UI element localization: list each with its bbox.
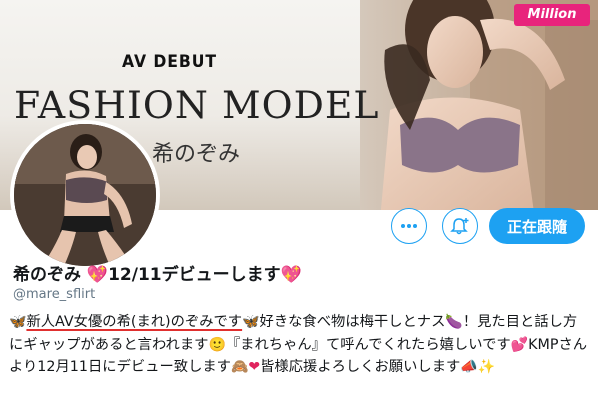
notifications-button[interactable]	[442, 208, 478, 244]
banner-kicker: AV DEBUT	[122, 52, 217, 72]
avatar[interactable]	[10, 120, 160, 270]
following-button[interactable]: 正在跟隨	[489, 208, 585, 244]
profile-handle[interactable]: @mare_sflirt	[13, 287, 95, 302]
sparkling-heart-icon-2: 💖	[280, 265, 302, 285]
profile-display-name: 希のぞみ 💖12/11デビューします💖	[13, 260, 302, 285]
smile-icon: 🙂	[208, 336, 226, 353]
megaphone-icon: 📣	[460, 359, 478, 375]
display-name-suffix: 12/11デビューします	[108, 265, 281, 285]
bio-nickname-text: 『まれちゃん』て呼んでくれたら嬉しいです	[225, 336, 511, 353]
display-name-text: 希のぞみ	[13, 265, 81, 285]
two-hearts-icon: 💕	[510, 336, 529, 353]
more-icon	[401, 224, 417, 228]
bio-intro-underlined: 新人AV女優の希(まれ)のぞみです	[26, 314, 243, 330]
profile-bio: 🦋新人AV女優の希(まれ)のぞみです🦋好きな食べ物は梅干しとナス🍆！見た目と話し…	[9, 311, 589, 379]
eggplant-icon: 🍆	[445, 314, 463, 330]
bio-support-text: 皆様応援よろしくお願いします	[260, 359, 461, 375]
avatar-photo	[14, 124, 156, 266]
sparkling-heart-icon: 💖	[86, 265, 109, 285]
see-no-evil-icon: 🙈	[230, 359, 249, 375]
butterfly-icon-2: 🦋	[242, 314, 260, 330]
more-options-button[interactable]	[391, 208, 427, 244]
bell-plus-icon	[450, 218, 469, 235]
banner-headline: FASHION MODEL	[14, 84, 380, 127]
sparkles-icon: ✨	[477, 359, 496, 375]
heart-icon: ❤	[248, 359, 261, 375]
butterfly-icon: 🦋	[9, 314, 27, 330]
bio-favorite-food: 好きな食べ物は梅干しとナス	[259, 314, 446, 330]
banner-name: 希のぞみ	[152, 142, 241, 167]
brand-logo: Million	[514, 4, 590, 26]
